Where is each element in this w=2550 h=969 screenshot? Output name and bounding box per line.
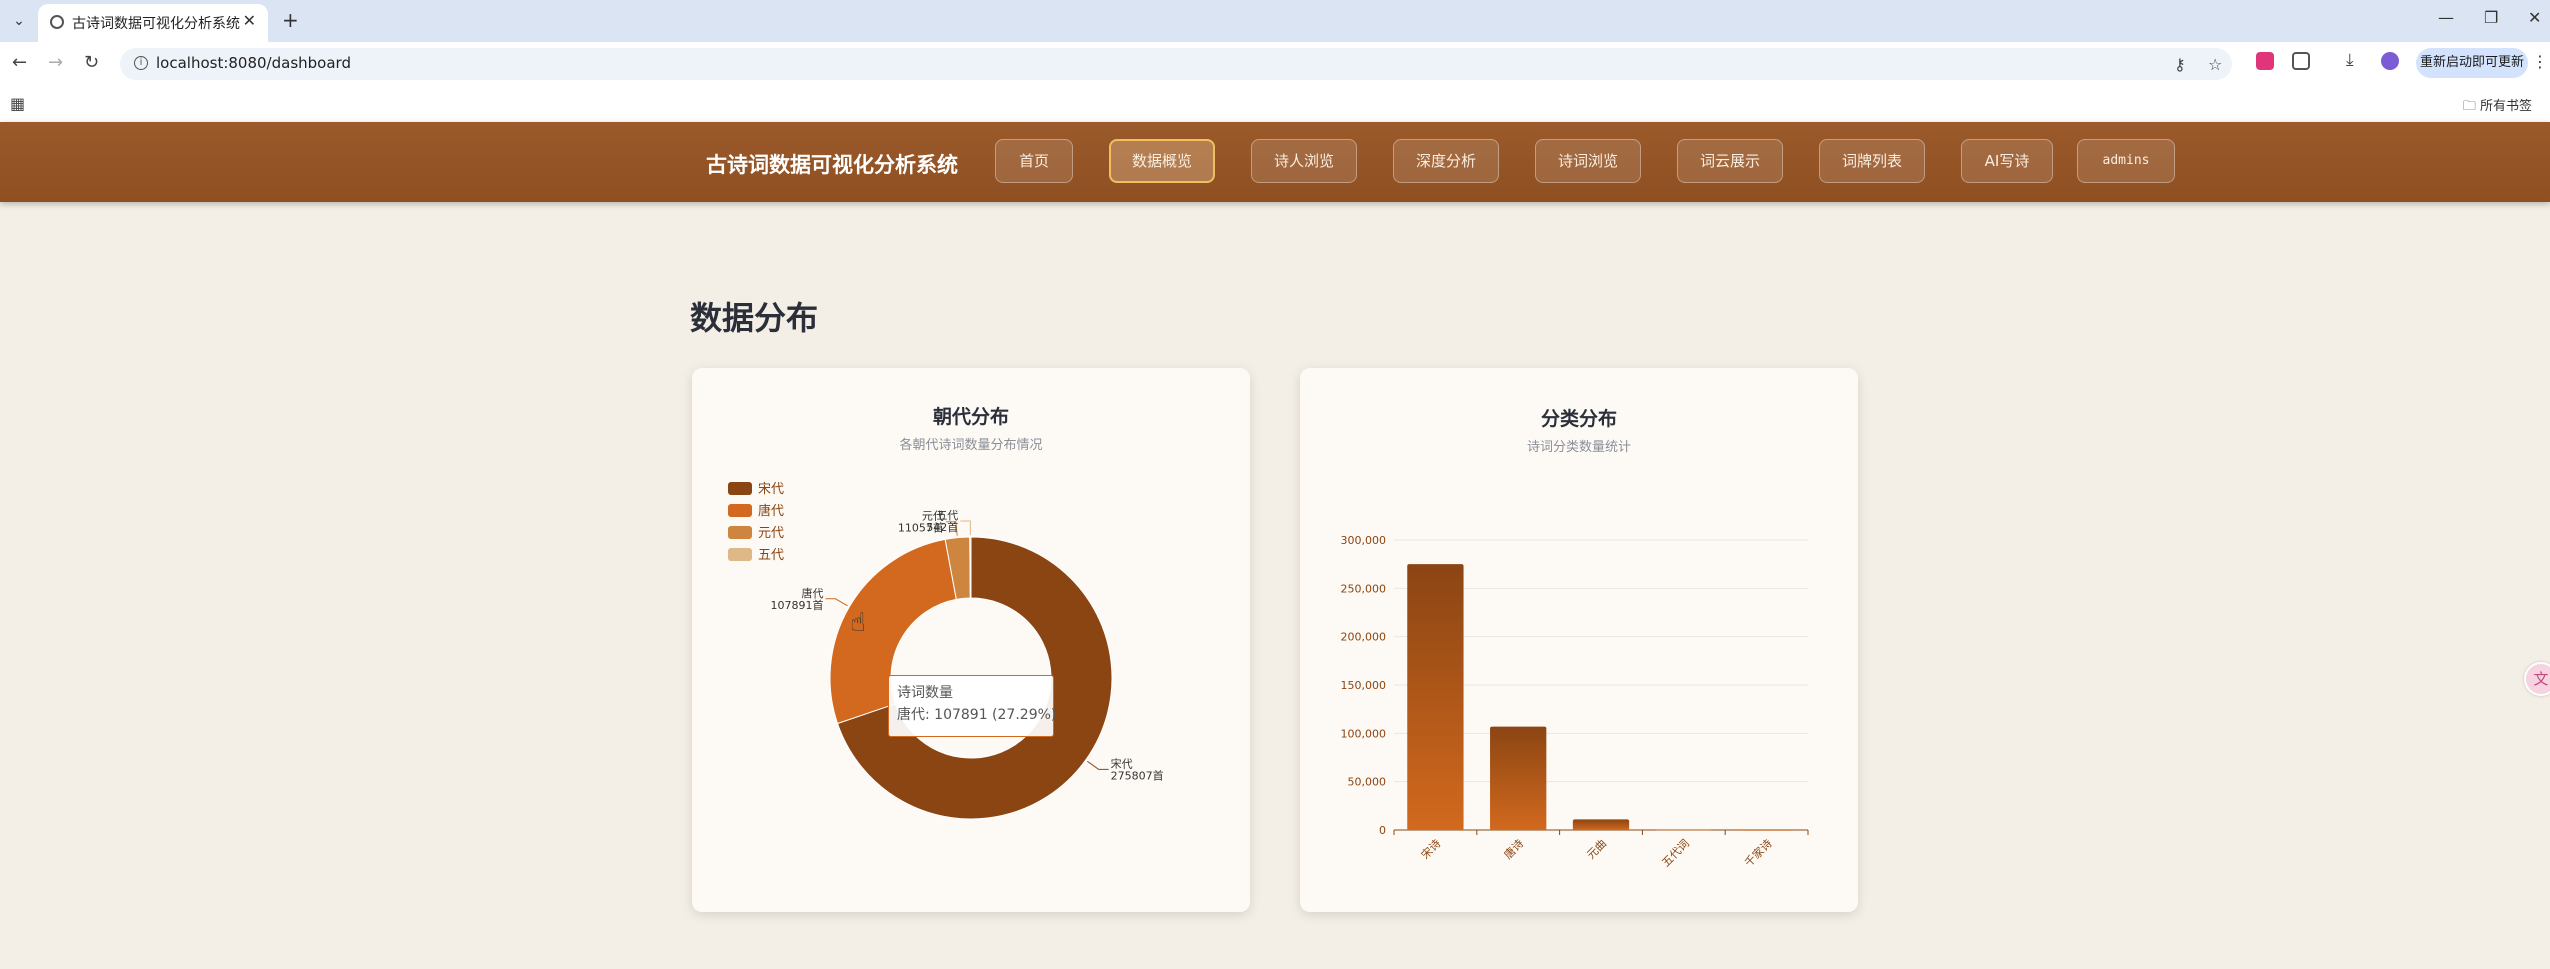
- dynasty-chart-card: 朝代分布 各朝代诗词数量分布情况 宋代 唐代 元代 五代 宋代 275807首 唐代 1078…: [692, 368, 1250, 912]
- legend-swatch: [728, 482, 752, 495]
- browser-tab[interactable]: 古诗词数据可视化分析系统 ✕: [38, 4, 268, 42]
- y-tick-label: 100,000: [1341, 727, 1387, 740]
- slice-label-value: 275807首: [1111, 768, 1164, 782]
- globe-icon: [50, 15, 64, 29]
- update-button[interactable]: 重新启动即可更新: [2416, 48, 2528, 78]
- close-tab-icon[interactable]: ✕: [243, 11, 256, 30]
- y-tick-label: 200,000: [1341, 631, 1387, 644]
- nav-poets[interactable]: 诗人浏览: [1251, 139, 1357, 183]
- legend-label: 元代: [758, 526, 784, 541]
- x-tick-label: 唐诗: [1501, 836, 1526, 861]
- y-tick-label: 300,000: [1341, 534, 1387, 547]
- extensions-puzzle-icon[interactable]: [2292, 52, 2310, 70]
- legend-swatch: [728, 504, 752, 517]
- all-bookmarks-folder[interactable]: 🗀 所有书签: [2463, 95, 2532, 119]
- category-chart-card: 分类分布 诗词分类数量统计 0 50,000 100,000 150,000 200,0…: [1300, 368, 1858, 912]
- category-bar-chart: 0 50,000 100,000 150,000 200,000 250,000 300,0…: [1341, 534, 1809, 870]
- nav-poems[interactable]: 诗词浏览: [1535, 139, 1641, 183]
- tooltip-value: 唐代: 107891 (27.29%): [897, 707, 1057, 723]
- nav-cipai[interactable]: 词牌列表: [1819, 139, 1925, 183]
- browser-menu-icon[interactable]: ⋮: [2532, 52, 2548, 71]
- bookmark-star-icon[interactable]: ☆: [2208, 55, 2222, 74]
- label-leader-line: [825, 598, 848, 607]
- back-icon[interactable]: ←: [12, 52, 27, 73]
- new-tab-icon[interactable]: +: [282, 8, 299, 32]
- bar: [1572, 819, 1630, 830]
- minimize-icon[interactable]: —: [2438, 8, 2454, 27]
- label-leader-line: [960, 520, 971, 536]
- label-leader-line: [1086, 760, 1109, 770]
- legend-label: 唐代: [758, 503, 784, 519]
- browser-tabstrip: ⌄ 古诗词数据可视化分析系统 ✕ + — ❐ ✕: [0, 0, 2550, 42]
- all-bookmarks-label: 所有书签: [2479, 99, 2532, 114]
- x-tick-label: 宋诗: [1418, 836, 1443, 861]
- nav-wordcloud[interactable]: 词云展示: [1677, 139, 1783, 183]
- y-tick-label: 50,000: [1348, 776, 1387, 789]
- x-tick-label: 元曲: [1584, 837, 1609, 862]
- slice-label-name: 宋代: [1111, 756, 1133, 770]
- donut-slice: [969, 536, 972, 599]
- forward-icon[interactable]: →: [48, 52, 63, 73]
- bar: [1738, 829, 1795, 831]
- app-brand[interactable]: 古诗词数据可视化分析系统: [706, 149, 958, 179]
- tab-search-icon[interactable]: ⌄: [8, 10, 30, 32]
- x-tick-label: 五代词: [1659, 837, 1692, 870]
- hand-cursor-icon: ☝: [850, 608, 866, 638]
- bar: [1490, 726, 1547, 830]
- chart-tooltip: 诗词数量 唐代: 107891 (27.29%): [888, 675, 1057, 737]
- legend-label: 五代: [758, 548, 784, 563]
- legend-swatch: [728, 526, 752, 539]
- y-tick-label: 0: [1379, 824, 1386, 837]
- window-close-icon[interactable]: ✕: [2528, 8, 2541, 27]
- y-tick-label: 250,000: [1341, 582, 1387, 595]
- profile-avatar[interactable]: [2381, 52, 2399, 70]
- apps-grid-icon[interactable]: ▦: [10, 94, 25, 113]
- slice-label-value: 542首: [926, 520, 958, 534]
- section-title: 数据分布: [690, 299, 819, 337]
- legend-swatch: [728, 548, 752, 561]
- url-text: localhost:8080/dashboard: [156, 54, 351, 72]
- x-tick-label: 千家诗: [1741, 836, 1774, 869]
- restore-icon[interactable]: ❐: [2484, 8, 2498, 27]
- dynasty-donut-chart: 宋代唐代元代五代宋代275807首唐代107891首元代11057首五代542首: [728, 482, 1164, 820]
- legend-label: 宋代: [758, 482, 784, 497]
- reload-icon[interactable]: ↻: [84, 52, 99, 73]
- address-bar[interactable]: i localhost:8080/dashboard ⚷ ☆: [120, 48, 2232, 80]
- tooltip-title: 诗词数量: [897, 685, 953, 701]
- tab-title: 古诗词数据可视化分析系统: [72, 16, 240, 32]
- translate-float-icon[interactable]: 文: [2524, 662, 2550, 696]
- nav-admins[interactable]: admins: [2077, 139, 2175, 183]
- slice-label-value: 107891首: [770, 598, 823, 612]
- app-header: 古诗词数据可视化分析系统 首页 数据概览 诗人浏览 深度分析 诗词浏览 词云展示…: [0, 122, 2550, 202]
- nav-analysis[interactable]: 深度分析: [1393, 139, 1499, 183]
- y-tick-label: 150,000: [1341, 679, 1387, 692]
- password-key-icon[interactable]: ⚷: [2174, 55, 2186, 74]
- bookmarks-bar: ▦ 🗀 所有书签: [0, 86, 2550, 123]
- site-info-icon[interactable]: i: [134, 56, 148, 70]
- bar: [1655, 829, 1712, 831]
- bar: [1407, 564, 1464, 830]
- extension-icon[interactable]: [2256, 52, 2274, 70]
- browser-toolbar: ← → ↻ i localhost:8080/dashboard ⚷ ☆: [0, 42, 2550, 86]
- slice-label-name: 唐代: [801, 586, 823, 600]
- nav-ai-poetry[interactable]: AI写诗: [1961, 139, 2053, 183]
- nav-home[interactable]: 首页: [995, 139, 1073, 183]
- download-icon[interactable]: ⤓: [2346, 50, 2354, 70]
- nav-dashboard[interactable]: 数据概览: [1109, 139, 1215, 183]
